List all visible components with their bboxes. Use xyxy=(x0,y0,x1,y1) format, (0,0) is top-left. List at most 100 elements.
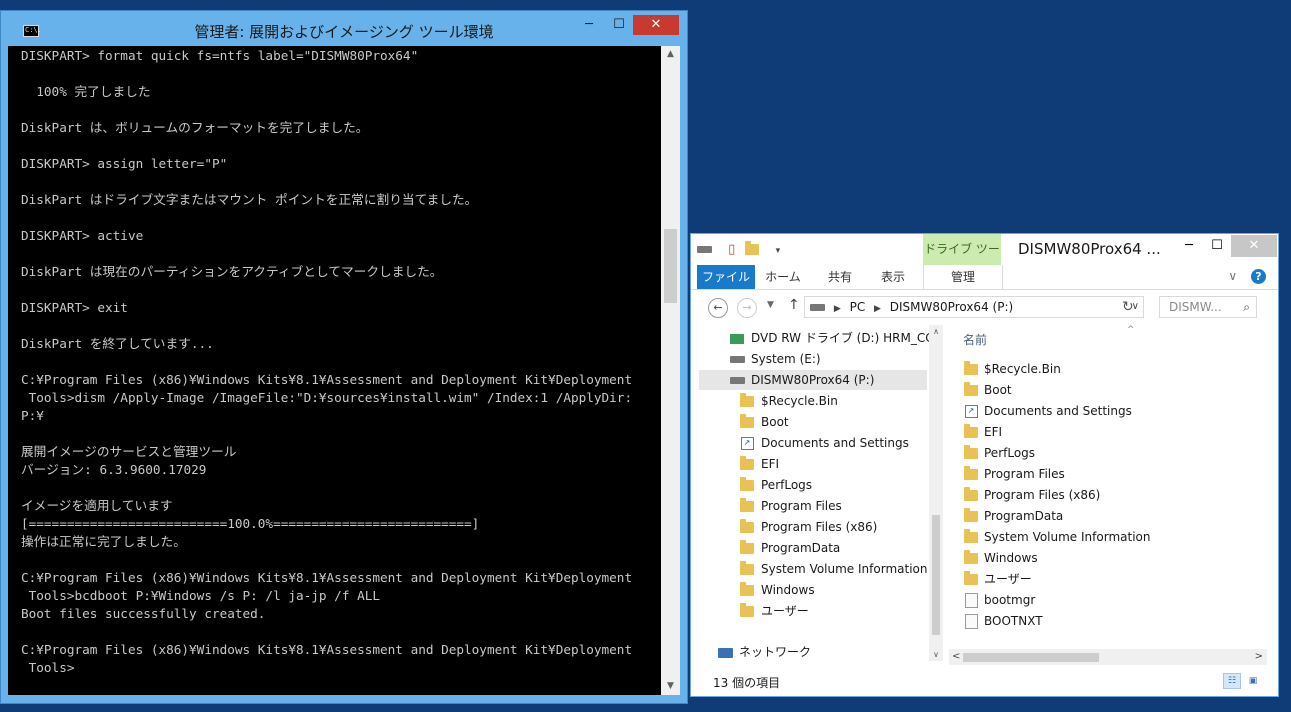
file-list-horizontal-scrollbar[interactable]: < > xyxy=(949,649,1267,665)
large-icons-view-icon[interactable]: ▣ xyxy=(1244,673,1262,689)
nav-item-folder[interactable]: EFI xyxy=(739,454,779,474)
tab-home[interactable]: ホーム xyxy=(757,265,809,289)
list-item[interactable]: System Volume Information xyxy=(963,527,1150,547)
close-button[interactable]: ✕ xyxy=(1231,235,1277,257)
customize-qat-icon[interactable]: ▾ xyxy=(776,246,781,256)
scroll-left-arrow[interactable]: < xyxy=(952,649,960,665)
shortcut-folder-icon: ↗ xyxy=(739,433,755,453)
nav-item-folder[interactable]: Program Files xyxy=(739,496,842,516)
console-scrollbar[interactable]: ▲ ▼ xyxy=(661,46,680,695)
maximize-button[interactable]: ☐ xyxy=(605,15,633,35)
tab-file[interactable]: ファイル xyxy=(697,265,755,289)
navigation-pane-scrollbar[interactable]: ∧ ∨ xyxy=(929,325,943,661)
file-list: ^ 名前 $Recycle.Bin Boot ↗ Documents and Sett… xyxy=(949,325,1265,655)
scroll-thumb[interactable] xyxy=(664,229,677,303)
nav-item-label: Documents and Settings xyxy=(761,436,909,450)
tab-share[interactable]: 共有 xyxy=(815,265,865,289)
scroll-right-arrow[interactable]: > xyxy=(1255,649,1263,665)
folder-icon xyxy=(963,527,979,547)
breadcrumb-drive[interactable]: DISMW80Prox64 (P:) xyxy=(890,297,1013,317)
nav-item-label: Boot xyxy=(761,415,789,429)
properties-icon[interactable]: ▯ xyxy=(728,242,735,257)
folder-icon xyxy=(739,412,755,432)
list-item[interactable]: EFI xyxy=(963,422,1002,442)
new-folder-icon[interactable] xyxy=(745,241,765,257)
help-icon[interactable]: ? xyxy=(1251,269,1266,284)
status-bar: 13 個の項目 ☷ ▣ xyxy=(691,666,1278,696)
nav-item-label: PerfLogs xyxy=(761,478,813,492)
folder-icon xyxy=(963,464,979,484)
quick-access-toolbar: ▯ ▾ xyxy=(697,241,786,257)
console-title-bar[interactable]: C:\. 管理者: 展開およびイメージング ツール環境 ─ ☐ ✕ xyxy=(1,11,687,45)
nav-item-folder[interactable]: ユーザー xyxy=(739,601,809,621)
recent-locations-dropdown[interactable]: ▼ xyxy=(767,300,774,310)
list-item[interactable]: Program Files (x86) xyxy=(963,485,1100,505)
console-output[interactable]: DISKPART> format quick fs=ntfs label="DI… xyxy=(21,47,661,693)
nav-item-dism[interactable]: DISMW80Prox64 (P:) xyxy=(699,370,927,390)
explorer-title-bar[interactable]: ▯ ▾ ドライブ ツール DISMW80Prox64 ... ─ ☐ ✕ xyxy=(691,234,1278,287)
nav-item-folder[interactable]: Windows xyxy=(739,580,815,600)
nav-item-folder[interactable]: System Volume Information xyxy=(739,559,927,579)
close-button[interactable]: ✕ xyxy=(633,15,679,35)
nav-item-folder[interactable]: $Recycle.Bin xyxy=(739,391,838,411)
folder-icon xyxy=(739,559,755,579)
drive-icon[interactable] xyxy=(697,242,718,257)
nav-item-label: ProgramData xyxy=(761,541,841,555)
refresh-icon[interactable]: ↻ xyxy=(1122,299,1134,315)
list-item[interactable]: PerfLogs xyxy=(963,443,1035,463)
list-item[interactable]: bootmgr xyxy=(963,590,1035,610)
expand-ribbon-icon[interactable]: ∨ xyxy=(1228,269,1237,283)
tab-manage[interactable]: 管理 xyxy=(923,265,1003,289)
list-item[interactable]: Boot xyxy=(963,380,1012,400)
nav-item-label: Program Files (x86) xyxy=(761,520,878,534)
nav-item-folder[interactable]: PerfLogs xyxy=(739,475,812,495)
nav-item-folder[interactable]: ↗ Documents and Settings xyxy=(739,433,909,453)
scroll-down-arrow[interactable]: ∨ xyxy=(929,650,943,659)
minimize-button[interactable]: ─ xyxy=(1175,236,1203,256)
folder-icon xyxy=(963,422,979,442)
list-item[interactable]: ユーザー xyxy=(963,569,1032,589)
minimize-button[interactable]: ─ xyxy=(575,15,603,35)
back-button[interactable]: ← xyxy=(708,298,728,318)
folder-icon xyxy=(739,601,755,621)
drive-icon xyxy=(729,349,745,369)
tab-view[interactable]: 表示 xyxy=(867,265,919,289)
column-header-name[interactable]: 名前 xyxy=(963,331,987,348)
list-item[interactable]: ↗ Documents and Settings xyxy=(963,401,1132,421)
scroll-up-arrow[interactable]: ▲ xyxy=(661,46,680,63)
scroll-down-arrow[interactable]: ▼ xyxy=(661,678,680,695)
nav-item-label: Windows xyxy=(761,583,815,597)
maximize-button[interactable]: ☐ xyxy=(1203,236,1231,256)
list-item[interactable]: Windows xyxy=(963,548,1038,568)
file-icon xyxy=(963,611,979,631)
nav-item-folder[interactable]: ProgramData xyxy=(739,538,840,558)
up-button[interactable]: ↑ xyxy=(788,297,800,313)
nav-item-dvd[interactable]: DVD RW ドライブ (D:) HRM_CCS xyxy=(729,328,941,348)
chevron-right-icon[interactable]: ▶ xyxy=(834,299,841,319)
drive-icon xyxy=(810,297,825,317)
navigation-bar: ← → ▼ ↑ ▶ PC ▶ DISMW80Prox64 (P:) ∨ ↻ DI… xyxy=(691,290,1278,324)
scroll-thumb[interactable] xyxy=(932,515,940,635)
address-bar[interactable]: ▶ PC ▶ DISMW80Prox64 (P:) ∨ xyxy=(804,296,1144,318)
folder-icon xyxy=(739,496,755,516)
chevron-right-icon[interactable]: ▶ xyxy=(874,299,881,319)
forward-button[interactable]: → xyxy=(737,298,757,318)
breadcrumb-pc[interactable]: PC xyxy=(850,297,866,317)
list-item-label: Program Files xyxy=(984,467,1065,481)
list-item[interactable]: ProgramData xyxy=(963,506,1063,526)
nav-item-network[interactable]: ネットワーク xyxy=(717,642,811,661)
folder-icon xyxy=(739,475,755,495)
search-input[interactable]: DISMW... ⌕ xyxy=(1159,296,1257,318)
scroll-thumb[interactable] xyxy=(963,653,1099,662)
network-icon xyxy=(717,642,733,661)
console-body[interactable]: DISKPART> format quick fs=ntfs label="DI… xyxy=(8,46,680,695)
nav-item-folder[interactable]: Boot xyxy=(739,412,789,432)
details-view-icon[interactable]: ☷ xyxy=(1223,673,1241,689)
list-item[interactable]: BOOTNXT xyxy=(963,611,1043,631)
scroll-up-arrow[interactable]: ∧ xyxy=(929,327,943,336)
list-item[interactable]: Program Files xyxy=(963,464,1065,484)
list-item[interactable]: $Recycle.Bin xyxy=(963,359,1061,379)
nav-item-system-e[interactable]: System (E:) xyxy=(729,349,821,369)
folder-icon xyxy=(963,506,979,526)
nav-item-folder[interactable]: Program Files (x86) xyxy=(739,517,877,537)
